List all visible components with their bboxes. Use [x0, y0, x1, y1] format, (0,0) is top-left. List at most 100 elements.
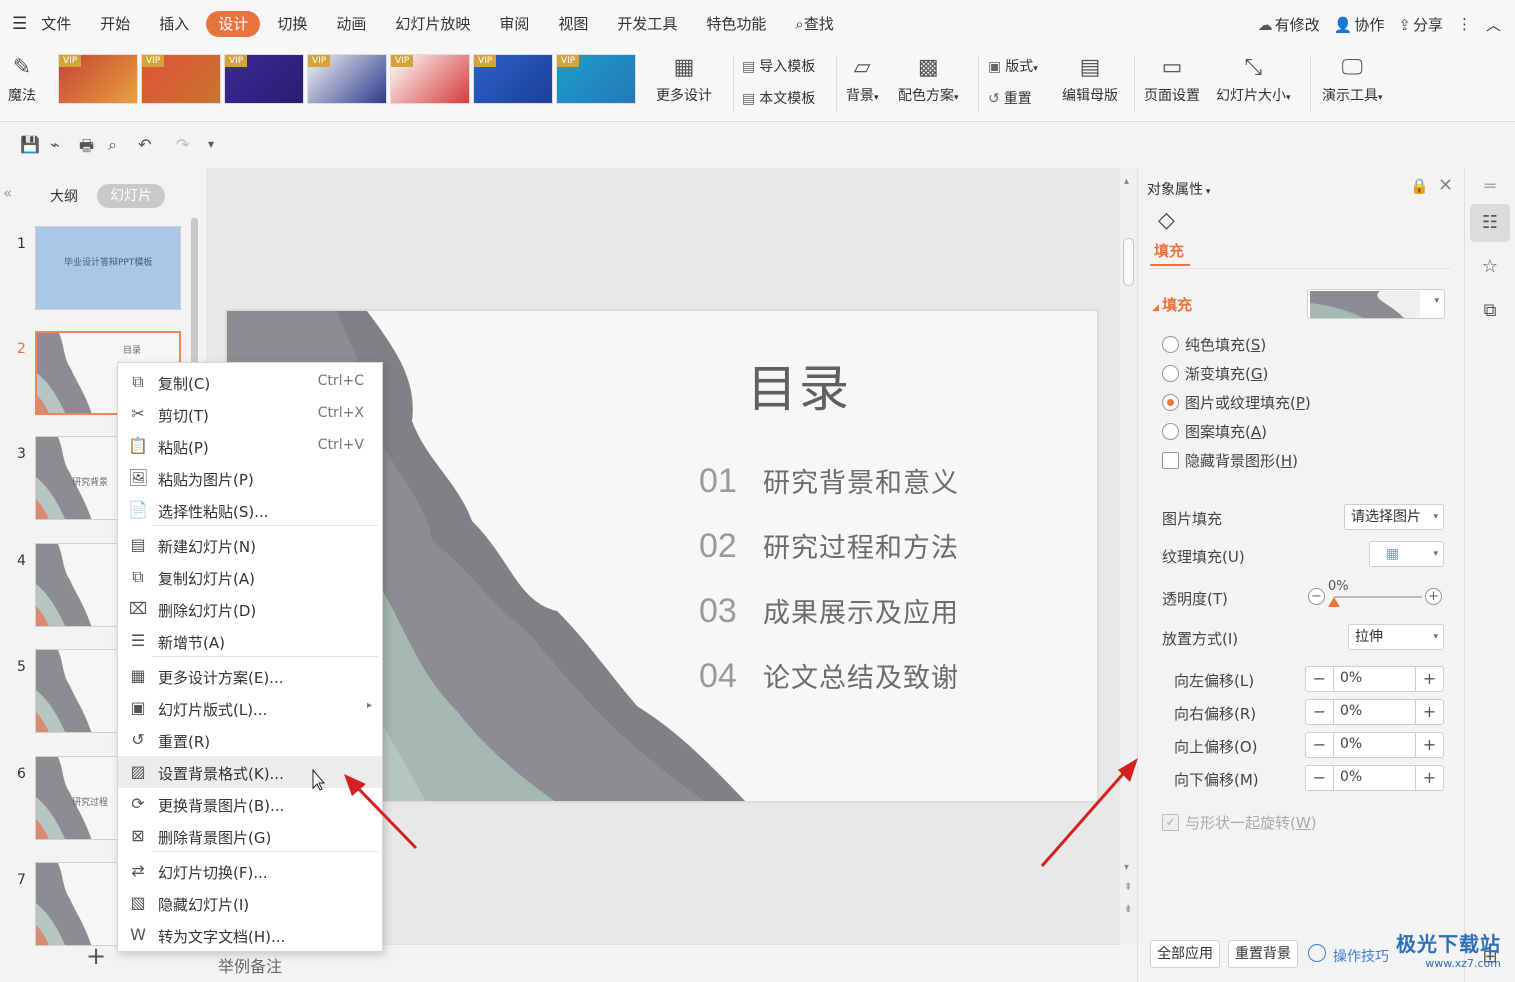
context-menu-item[interactable]: ▧ 隐藏幻灯片(I): [118, 887, 382, 919]
tab-slides[interactable]: 幻灯片: [97, 184, 165, 208]
transparency-minus-button[interactable]: −: [1308, 588, 1325, 605]
context-menu-item[interactable]: ▣ 幻灯片版式(L)... ▸: [118, 692, 382, 724]
radio-button[interactable]: [1162, 423, 1179, 440]
properties-icon[interactable]: ☷: [1470, 204, 1510, 242]
menu-transitions[interactable]: 切换: [265, 11, 319, 37]
tab-outline[interactable]: 大纲: [50, 186, 78, 206]
offset-stepper[interactable]: −0% +: [1305, 666, 1444, 692]
template-thumbnail[interactable]: VIP: [224, 54, 304, 104]
undo-icon[interactable]: ↶: [138, 135, 151, 154]
this-template-button[interactable]: ▤ 本文模板: [742, 88, 815, 108]
plus-button[interactable]: +: [1415, 667, 1443, 691]
context-menu-item[interactable]: ▦ 更多设计方案(E)...: [118, 660, 382, 692]
next-slide-icon[interactable]: ⇟: [1124, 904, 1132, 915]
minus-button[interactable]: −: [1306, 700, 1334, 724]
radio-button[interactable]: [1162, 394, 1179, 411]
minus-button[interactable]: −: [1306, 766, 1334, 790]
present-tools-button[interactable]: 🖵 演示工具▾: [1322, 54, 1383, 105]
transparency-slider[interactable]: [1334, 596, 1422, 598]
toc-item[interactable]: 03 成果展示及应用: [699, 591, 959, 631]
more-icon[interactable]: ⋮: [1457, 15, 1472, 33]
slide-title[interactable]: 目录: [747, 349, 851, 421]
context-menu-item[interactable]: ✂ 剪切(T) Ctrl+X: [118, 398, 382, 430]
checkbox-box[interactable]: ✓: [1162, 814, 1179, 831]
close-icon[interactable]: ✕: [1438, 175, 1453, 196]
format-painter-icon[interactable]: ⌁: [50, 135, 60, 154]
template-thumbnail[interactable]: VIP: [390, 54, 470, 104]
toc-item[interactable]: 02 研究过程和方法: [699, 526, 959, 566]
offset-value[interactable]: 0%: [1340, 670, 1362, 686]
collab-button[interactable]: 👤 协作: [1334, 14, 1385, 35]
edit-master-button[interactable]: ▤ 编辑母版: [1062, 54, 1118, 105]
slide-thumbnail[interactable]: 毕业设计答辩PPT模板: [35, 226, 181, 310]
checkbox-box[interactable]: [1162, 452, 1179, 469]
redo-icon[interactable]: ↷: [176, 135, 189, 154]
collapse-panel-icon[interactable]: «: [3, 184, 12, 202]
menu-insert[interactable]: 插入: [147, 11, 201, 37]
context-menu-item[interactable]: ⇄ 幻灯片切换(F)...: [118, 855, 382, 887]
context-menu-item[interactable]: ⟳ 更换背景图片(B)...: [118, 788, 382, 820]
apply-all-button[interactable]: 全部应用: [1150, 940, 1220, 968]
color-scheme-button[interactable]: ▩ 配色方案▾: [898, 54, 959, 105]
print-preview-icon[interactable]: ⌕: [108, 135, 117, 155]
add-slide-icon[interactable]: +: [86, 942, 106, 970]
minus-button[interactable]: −: [1306, 667, 1334, 691]
scroll-down-icon[interactable]: ▾: [1124, 862, 1129, 873]
radio-button[interactable]: [1162, 336, 1179, 353]
context-menu-item[interactable]: ⧉ 复制幻灯片(A): [118, 561, 382, 593]
context-menu-item[interactable]: ☰ 新增节(A): [118, 625, 382, 657]
notes-placeholder[interactable]: 举例备注: [218, 953, 282, 977]
context-menu-item[interactable]: ⌧ 删除幻灯片(D): [118, 593, 382, 625]
menu-developer[interactable]: 开发工具: [605, 11, 689, 37]
picture-fill-dropdown[interactable]: 请选择图片 ▾: [1344, 504, 1444, 530]
layout-button[interactable]: ▣ 版式▾: [988, 56, 1038, 76]
plus-button[interactable]: +: [1415, 700, 1443, 724]
fill-bucket-icon[interactable]: ◇: [1158, 208, 1175, 233]
fill-option-radio[interactable]: 渐变填充(G): [1162, 363, 1268, 384]
toc-item[interactable]: 04 论文总结及致谢: [699, 656, 959, 696]
slide-size-button[interactable]: ⤡ 幻灯片大小▾: [1216, 54, 1291, 105]
context-menu-item[interactable]: 📄 选择性粘贴(S)...: [118, 494, 382, 526]
offset-value[interactable]: 0%: [1340, 769, 1362, 785]
hamburger-icon[interactable]: ☰: [12, 14, 27, 34]
canvas-scrollbar-thumb[interactable]: [1123, 238, 1134, 286]
tab-fill[interactable]: 填充: [1154, 240, 1184, 261]
context-menu-item[interactable]: ⊠ 删除背景图片(G): [118, 820, 382, 852]
import-template-button[interactable]: ▤ 导入模板: [742, 56, 815, 76]
context-menu-item[interactable]: ⧉ 复制(C) Ctrl+C: [118, 366, 382, 398]
fill-section-header[interactable]: ◢ 填充: [1152, 294, 1192, 315]
customize-qa-icon[interactable]: ▾: [208, 137, 214, 151]
template-thumbnail[interactable]: VIP: [307, 54, 387, 104]
menu-design[interactable]: 设计: [206, 11, 261, 37]
page-setup-button[interactable]: ▭ 页面设置: [1144, 54, 1200, 105]
hide-bg-shapes-checkbox[interactable]: 隐藏背景图形(H): [1162, 450, 1298, 471]
radio-button[interactable]: [1162, 365, 1179, 382]
texture-fill-dropdown[interactable]: ▦ ▾: [1369, 541, 1444, 567]
background-button[interactable]: ▱ 背景▾: [846, 54, 879, 105]
magic-button[interactable]: ✎ 魔法: [8, 54, 36, 105]
more-design-button[interactable]: ▦ 更多设计: [656, 54, 712, 105]
transition-icon[interactable]: ⧉: [1470, 292, 1510, 330]
rotate-with-shape-checkbox[interactable]: ✓ 与形状一起旋转(W): [1162, 812, 1317, 833]
template-thumbnail[interactable]: VIP: [58, 54, 138, 104]
context-menu-item[interactable]: ▤ 新建幻灯片(N): [118, 529, 382, 561]
transparency-plus-button[interactable]: +: [1425, 588, 1442, 605]
scroll-up-icon[interactable]: ▴: [1124, 176, 1129, 187]
canvas-scrollbar[interactable]: ▴ ▾ ⇞ ⇟: [1120, 168, 1137, 944]
context-menu-item[interactable]: W 转为文字文档(H)...: [118, 919, 382, 951]
plus-button[interactable]: +: [1415, 766, 1443, 790]
transparency-slider-knob[interactable]: [1328, 597, 1340, 607]
placement-dropdown[interactable]: 拉伸 ▾: [1348, 624, 1444, 650]
tips-link[interactable]: 操作技巧: [1333, 946, 1389, 966]
template-thumbnail[interactable]: VIP: [473, 54, 553, 104]
prev-slide-icon[interactable]: ⇞: [1124, 882, 1132, 893]
offset-stepper[interactable]: −0% +: [1305, 765, 1444, 791]
reset-background-button[interactable]: 重置背景: [1228, 940, 1298, 968]
toc-item[interactable]: 01 研究背景和意义: [699, 461, 959, 501]
animation-star-icon[interactable]: ☆: [1470, 248, 1510, 286]
offset-stepper[interactable]: −0% +: [1305, 699, 1444, 725]
save-icon[interactable]: 💾: [20, 135, 40, 154]
menu-features[interactable]: 特色功能: [694, 11, 778, 37]
share-button[interactable]: ⇪ 分享: [1398, 14, 1443, 35]
menu-file[interactable]: 文件: [29, 11, 83, 37]
